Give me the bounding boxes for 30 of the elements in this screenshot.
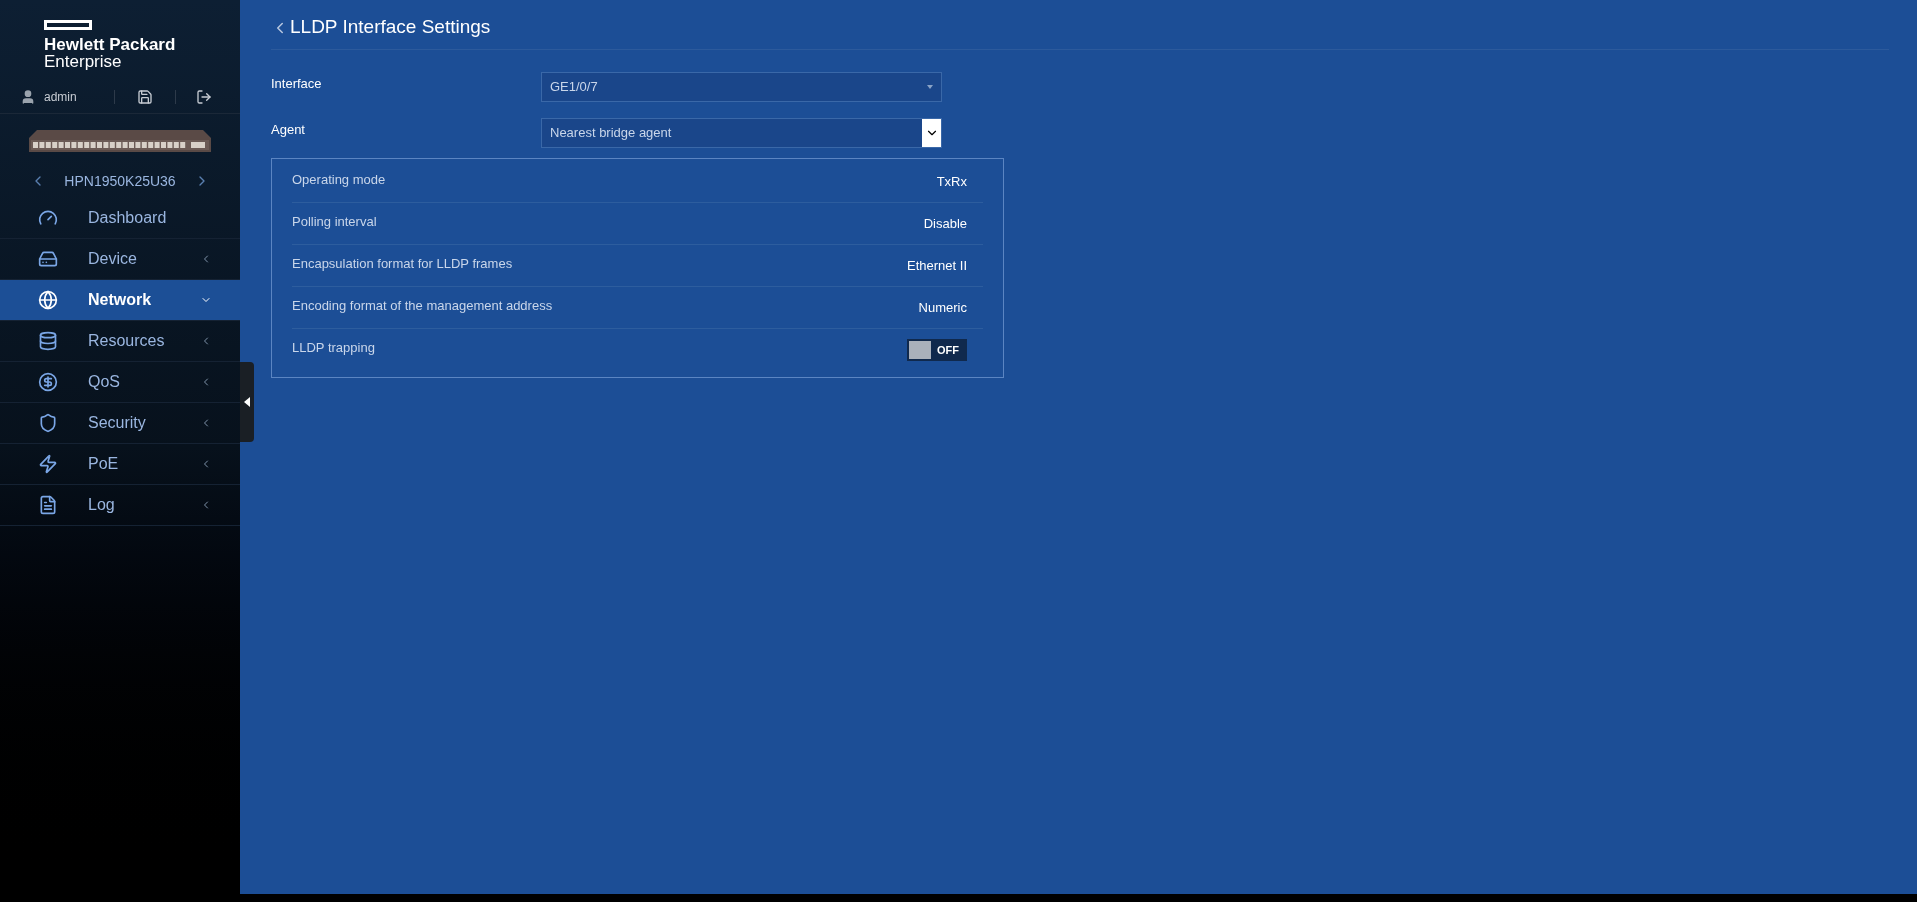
setting-label: Polling interval <box>292 212 378 231</box>
logout-icon[interactable] <box>196 88 212 105</box>
username: admin <box>44 88 78 106</box>
save-icon[interactable] <box>137 88 153 105</box>
nav-item[interactable]: QoS <box>0 362 240 403</box>
collapse-arrow-icon <box>244 397 250 407</box>
nav-item[interactable]: Log <box>0 485 240 526</box>
setting-value: Ethernet II <box>907 256 967 275</box>
setting-label: LLDP trapping <box>292 339 376 358</box>
setting-value: TxRx <box>936 172 967 191</box>
logo-text: Hewlett Packard Enterprise <box>44 36 177 70</box>
interface-select[interactable]: GE1/0/7 <box>541 72 942 102</box>
setting-label: Encoding format of the management address <box>292 296 554 315</box>
user-icon <box>20 88 36 105</box>
agent-dropdown[interactable]: Nearest bridge agent <box>541 118 942 148</box>
toggle-switch[interactable]: OFF <box>907 339 967 361</box>
nav-item[interactable]: Resources <box>0 321 240 362</box>
page-title: LLDP Interface Settings <box>290 15 491 40</box>
caret-icon <box>927 85 933 89</box>
collapse-handle[interactable] <box>240 362 254 442</box>
setting-value: Disable <box>923 214 967 233</box>
logo-rectangle-icon <box>44 20 92 30</box>
field-label: Interface <box>271 75 323 94</box>
setting-label: Operating mode <box>292 170 387 189</box>
device-name: HPN1950K25U36 <box>64 171 176 191</box>
nav-item[interactable]: Network <box>0 280 240 321</box>
field-label: Agent <box>271 121 306 140</box>
setting-value: Numeric <box>918 298 967 317</box>
setting-label: Encapsulation format for LLDP frames <box>292 254 514 273</box>
toggle-knob <box>909 341 931 359</box>
